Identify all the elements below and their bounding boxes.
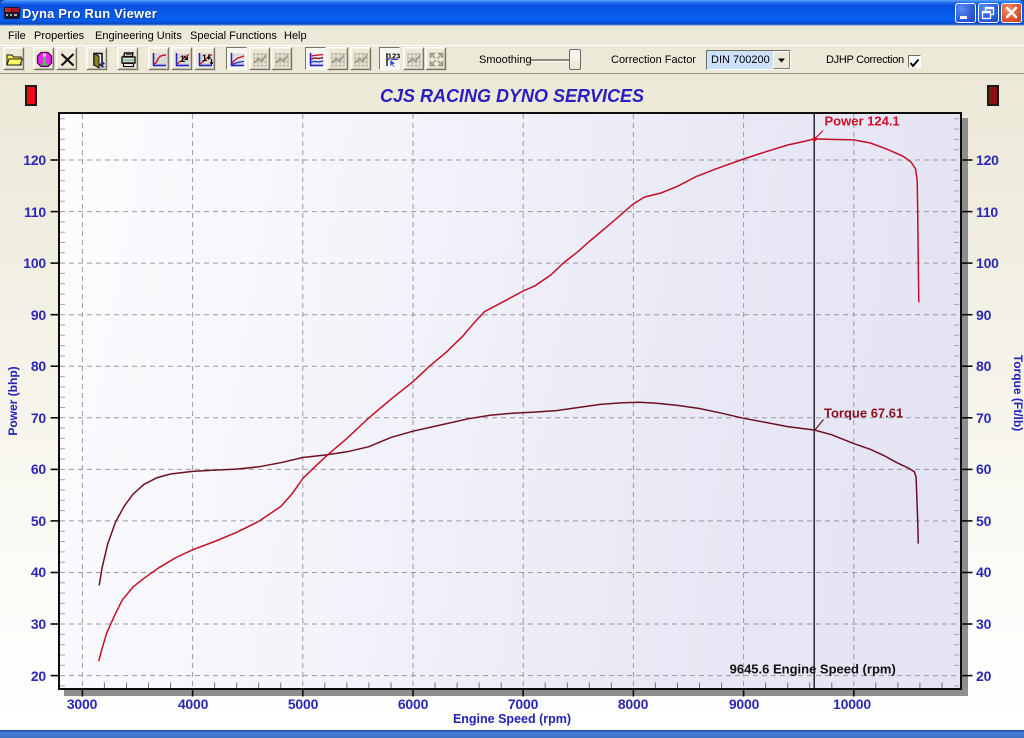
- svg-text:1: 1: [202, 53, 207, 63]
- svg-text:1: 1: [180, 54, 185, 64]
- svg-text:9645.6 Engine Speed (rpm): 9645.6 Engine Speed (rpm): [730, 662, 896, 677]
- svg-text:Torque 67.61: Torque 67.61: [824, 406, 903, 421]
- svg-text:Power 124.1: Power 124.1: [825, 114, 900, 129]
